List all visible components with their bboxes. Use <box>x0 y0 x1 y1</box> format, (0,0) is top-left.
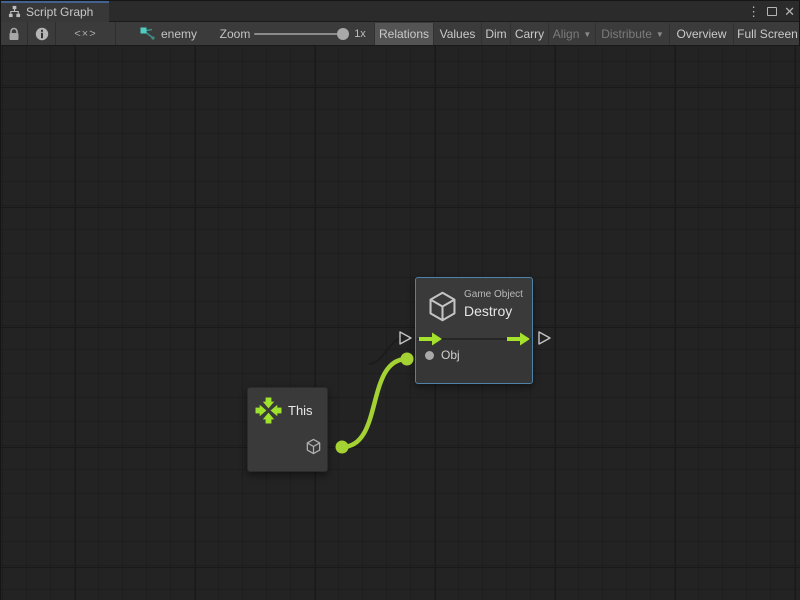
tab-title: Script Graph <box>26 5 93 19</box>
align-dropdown-button[interactable]: Align ▼ <box>548 23 595 45</box>
info-icon <box>35 27 49 41</box>
node-category: Game Object <box>464 289 523 300</box>
flow-entry-triangle-icon <box>400 332 411 344</box>
info-button[interactable] <box>28 22 56 45</box>
lock-icon <box>8 27 20 41</box>
node-title: Destroy <box>464 303 523 319</box>
chevron-down-icon: ▼ <box>583 30 591 39</box>
overview-button[interactable]: Overview <box>669 23 733 45</box>
graph-hierarchy-icon <box>8 5 21 18</box>
distribute-dropdown-button[interactable]: Distribute ▼ <box>595 23 669 45</box>
cube-output-port[interactable] <box>305 438 322 455</box>
code-preview-button[interactable]: <×> <box>56 22 116 45</box>
full-screen-button[interactable]: Full Screen <box>733 23 800 45</box>
tab-script-graph[interactable]: Script Graph <box>1 1 109 22</box>
graph-toolbar: <×> enemy Zoom 1x Relations Values D <box>1 22 799 46</box>
game-object-cube-icon <box>426 290 459 323</box>
relations-toggle-button[interactable]: Relations <box>374 23 433 45</box>
script-graph-asset-icon <box>140 27 155 41</box>
lock-button[interactable] <box>1 22 28 45</box>
chevron-down-icon: ▼ <box>656 30 664 39</box>
relation-hint-curve <box>369 338 403 364</box>
window-controls: ⋮ ✕ <box>747 1 795 22</box>
node-this[interactable]: This <box>247 387 328 472</box>
dim-toggle-button[interactable]: Dim <box>481 23 510 45</box>
zoom-slider[interactable] <box>254 33 344 35</box>
flow-exit-triangle-icon <box>539 332 550 344</box>
title-bar: Script Graph ⋮ ✕ <box>1 1 799 22</box>
graph-name-label: enemy <box>161 27 197 41</box>
obj-port-label: Obj <box>441 348 460 362</box>
node-header: Game Object Destroy <box>464 289 523 319</box>
maximize-icon[interactable] <box>767 7 777 16</box>
graph-canvas[interactable]: Game Object Destroy Obj <box>1 46 800 600</box>
connection-wire[interactable] <box>342 359 407 447</box>
node-destroy[interactable]: Game Object Destroy Obj <box>415 277 533 384</box>
obj-input-port[interactable] <box>425 351 434 360</box>
flow-input-port[interactable] <box>419 331 443 347</box>
graph-breadcrumb[interactable]: enemy <box>134 22 214 45</box>
menu-icon[interactable]: ⋮ <box>747 1 760 22</box>
values-toggle-button[interactable]: Values <box>433 23 481 45</box>
node-title: This <box>288 403 313 418</box>
wire-end-dot[interactable] <box>401 353 414 366</box>
zoom-value: 1x <box>348 22 372 45</box>
tab-active-indicator <box>1 1 109 3</box>
zoom-label: Zoom <box>215 22 255 45</box>
flow-output-port[interactable] <box>507 331 531 347</box>
carry-toggle-button[interactable]: Carry <box>510 23 548 45</box>
angle-brackets-x-icon: <×> <box>74 28 96 40</box>
wire-layer <box>1 46 800 600</box>
script-graph-window: Script Graph ⋮ ✕ <×> <box>0 0 800 600</box>
wire-start-dot[interactable] <box>336 441 349 454</box>
this-converge-arrows-icon <box>255 397 282 424</box>
close-icon[interactable]: ✕ <box>784 1 795 22</box>
